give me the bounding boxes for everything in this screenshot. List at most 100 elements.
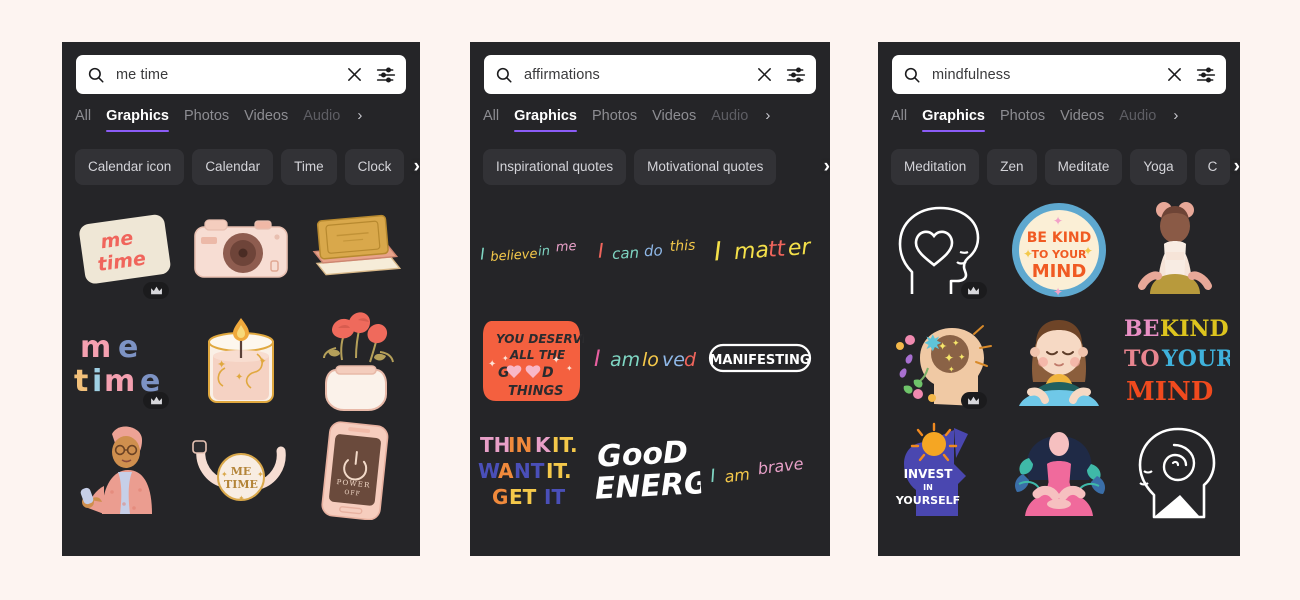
tab-audio[interactable]: Audio [1119, 107, 1156, 132]
sliders-icon[interactable] [786, 65, 806, 85]
tab-audio[interactable]: Audio [711, 107, 748, 132]
tab-videos[interactable]: Videos [244, 107, 288, 132]
result-i-matter-lettering[interactable]: I ma tt er [710, 223, 819, 277]
tab-audio[interactable]: Audio [303, 107, 340, 132]
svg-text:I: I [479, 244, 485, 263]
svg-text:ve: ve [662, 349, 685, 371]
tabs-next-arrow-icon[interactable]: › [1173, 107, 1178, 125]
close-icon[interactable] [346, 66, 363, 83]
search-input[interactable]: affirmations [524, 67, 756, 83]
svg-text:IT.: IT. [552, 433, 578, 457]
svg-text:d: d [684, 349, 697, 371]
result-i-am-loved-lettering[interactable]: I am lo ve d [592, 338, 700, 383]
chip-calendar-icon[interactable]: Calendar icon [75, 149, 185, 185]
result-woman-meditating-with-leaves[interactable] [1001, 415, 1118, 525]
svg-text:K: K [535, 433, 552, 457]
svg-text:YOUR: YOUR [1161, 346, 1230, 372]
chip-inspirational-quotes[interactable]: Inspirational quotes [483, 149, 627, 185]
result-girl-meditating-cartoon[interactable] [1001, 305, 1118, 415]
result-be-kind-to-your-mind-badge[interactable]: BE KIND TO YOUR MIND ✦ ✦ ✦ ✦ [1001, 195, 1118, 305]
svg-text:ENERGY: ENERGY [594, 464, 702, 506]
search-bar[interactable]: affirmations [484, 55, 816, 94]
search-input[interactable]: me time [116, 67, 346, 83]
svg-text:TO: TO [1124, 346, 1160, 372]
tab-graphics[interactable]: Graphics [922, 107, 985, 132]
result-i-am-brave-lettering[interactable]: I am brave [706, 441, 817, 499]
result-manifesting-sticker[interactable]: MANIFESTING [708, 340, 812, 381]
tabs-next-arrow-icon[interactable]: › [765, 107, 770, 125]
result-i-can-do-this-lettering[interactable]: I can do this [595, 225, 705, 276]
chip-calendar[interactable]: Calendar [192, 149, 274, 185]
tab-all[interactable]: All [75, 107, 91, 132]
result-me-time-badge-hands[interactable]: ME TIME ✦ ✦ ✦ [183, 415, 298, 525]
result-good-energy-lettering[interactable]: GooD ENERGY [592, 429, 733, 511]
tab-videos[interactable]: Videos [652, 107, 696, 132]
sliders-icon[interactable] [1196, 65, 1216, 85]
result-head-outline-with-spiral[interactable] [1117, 415, 1234, 525]
chip-zen[interactable]: Zen [987, 149, 1037, 185]
tab-videos[interactable]: Videos [1060, 107, 1104, 132]
svg-text:IN: IN [923, 483, 933, 492]
chip-clock[interactable]: Clock [344, 149, 405, 185]
svg-text:INVEST: INVEST [904, 467, 954, 481]
result-be-kind-to-your-mind-retro-type[interactable]: BE KIND TO YOUR MIND [1117, 305, 1234, 415]
premium-crown-badge [960, 392, 987, 409]
result-you-deserve-all-the-good-things-sticker[interactable]: YOU DESERVE ALL THE G D THINGS ✦ ✦ ✦ ✦ [478, 311, 591, 410]
result-pink-camera[interactable] [183, 195, 298, 305]
result-invest-in-yourself-head[interactable]: INVEST IN YOURSELF [884, 415, 1001, 525]
graphics-results-row: YOU DESERVE ALL THE G D THINGS ✦ ✦ ✦ ✦ I am… [470, 305, 830, 415]
tab-photos[interactable]: Photos [184, 107, 229, 132]
result-lit-candle[interactable]: ✦ ✦ ✦ [183, 305, 298, 415]
result-me-time-bubble-lettering[interactable]: m e t i m e [68, 305, 183, 415]
svg-text:✦: ✦ [952, 338, 960, 348]
tab-all[interactable]: All [483, 107, 499, 132]
tab-all[interactable]: All [891, 107, 907, 132]
graphics-results-row: TH IN K IT. W A NT IT. G ET IT GooD ENER… [470, 415, 830, 525]
chips-next-arrow-icon[interactable]: › [1234, 157, 1240, 177]
svg-text:✦: ✦ [1023, 247, 1033, 261]
search-bar[interactable]: mindfulness [892, 55, 1226, 94]
result-flowers-in-vase[interactable] [299, 305, 414, 415]
result-i-believe-in-me-lettering[interactable]: I believe in me [477, 224, 590, 277]
tab-graphics[interactable]: Graphics [514, 107, 577, 132]
premium-crown-badge [143, 392, 170, 409]
svg-text:I: I [709, 465, 717, 486]
result-type-tabs: All Graphics Photos Videos Audio › [878, 107, 1240, 139]
result-phone-power-off[interactable]: POWER OFF [299, 415, 414, 525]
svg-text:✦: ✦ [257, 470, 264, 479]
result-me-time-lettering-card[interactable]: me time [68, 195, 183, 305]
chip-yoga[interactable]: Yoga [1130, 149, 1187, 185]
svg-text:✦: ✦ [235, 372, 243, 383]
svg-text:IN: IN [508, 433, 532, 457]
chip-meditation[interactable]: Meditation [891, 149, 980, 185]
svg-text:am: am [723, 464, 751, 486]
close-icon[interactable] [1166, 66, 1183, 83]
related-search-chips: Meditation Zen Meditate Yoga C › [878, 149, 1240, 185]
chip-time[interactable]: Time [281, 149, 337, 185]
search-input[interactable]: mindfulness [932, 67, 1166, 83]
close-icon[interactable] [756, 66, 773, 83]
svg-text:✦: ✦ [238, 494, 245, 503]
result-woman-meditating-tan[interactable] [1117, 195, 1234, 305]
svg-text:TIME: TIME [224, 478, 258, 491]
graphics-results-grid: BE KIND TO YOUR MIND ✦ ✦ ✦ ✦ ✦ ✦ ✦ ✦ ✦ B… [878, 195, 1240, 525]
result-head-outline-with-heart[interactable] [884, 195, 1001, 305]
sliders-icon[interactable] [376, 65, 396, 85]
chip-motivational-quotes[interactable]: Motivational quotes [634, 149, 777, 185]
chip-truncated[interactable]: C [1194, 149, 1231, 185]
tab-photos[interactable]: Photos [592, 107, 637, 132]
result-head-with-sparkly-brain-flowers[interactable]: ✦ ✦ ✦ ✦ ✦ [884, 305, 1001, 415]
tab-photos[interactable]: Photos [1000, 107, 1045, 132]
screenshot-stage: me time All Graphics Photos Videos Audio… [0, 0, 1300, 600]
result-stacked-books[interactable] [299, 195, 414, 305]
tab-graphics[interactable]: Graphics [106, 107, 169, 132]
search-bar[interactable]: me time [76, 55, 406, 94]
svg-text:KIND: KIND [1160, 316, 1229, 342]
svg-text:NT: NT [514, 459, 545, 483]
chips-next-arrow-icon[interactable]: › [414, 157, 420, 177]
result-woman-in-robe-reading[interactable] [68, 415, 183, 525]
chips-next-arrow-icon[interactable]: › [824, 157, 830, 177]
tabs-next-arrow-icon[interactable]: › [357, 107, 362, 125]
result-think-it-want-it-get-it-lettering[interactable]: TH IN K IT. W A NT IT. G ET IT [478, 428, 586, 513]
chip-meditate[interactable]: Meditate [1044, 149, 1123, 185]
